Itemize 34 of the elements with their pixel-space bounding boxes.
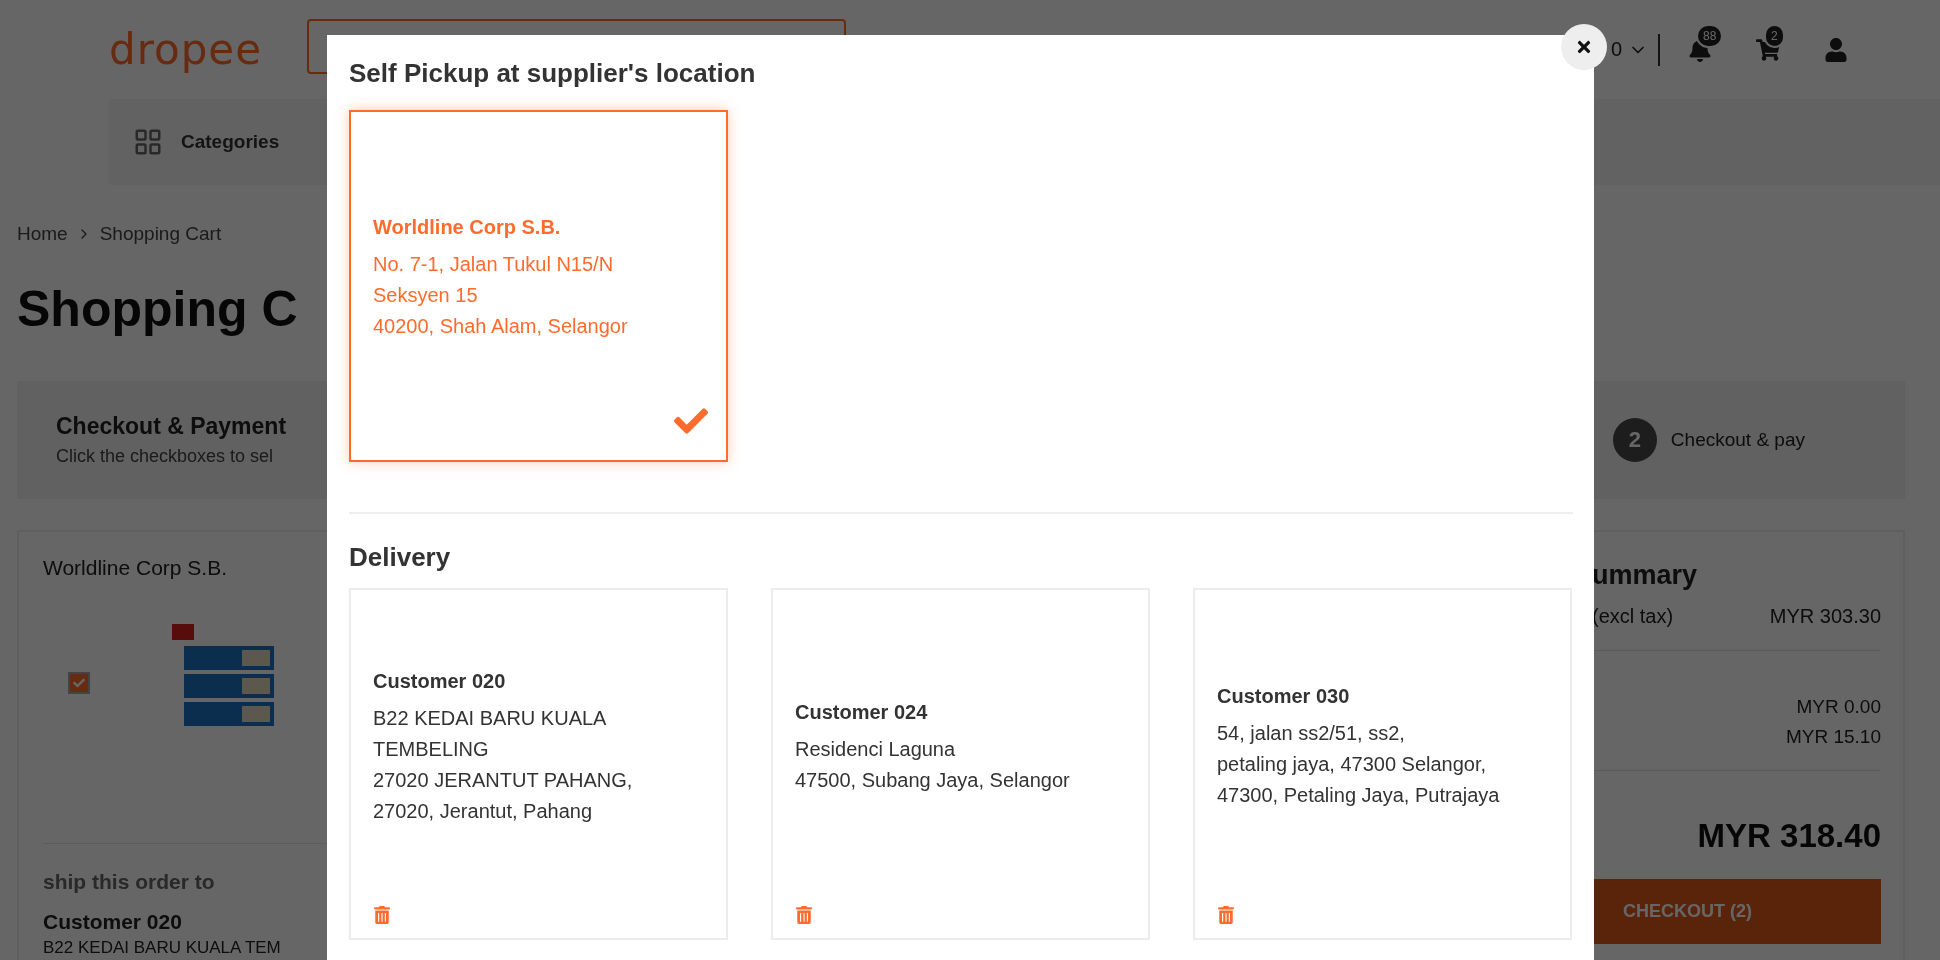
modal-section-title: Self Pickup at supplier's location [349, 57, 757, 90]
address-name: Customer 030 [1217, 685, 1351, 708]
ship-to-address: B22 KEDAI BARU KUALA TEM [43, 938, 281, 958]
address-line: B22 KEDAI BARU KUALA TEMBELING [373, 705, 607, 762]
summary-title: ummary [1592, 560, 1699, 591]
supplier-name: Worldline Corp S.B. [43, 556, 228, 580]
banner-title: Checkout & Payment [56, 413, 287, 440]
subtotal-label: (excl tax) [1592, 605, 1674, 628]
fee-value: MYR 0.00 [1796, 696, 1881, 718]
total-value: MYR 318.40 [1697, 817, 1881, 855]
banner-subtitle: Click the checkboxes to sel [56, 446, 275, 467]
subtotal-value: MYR 303.30 [1769, 605, 1881, 628]
ship-to-label: ship this order to [43, 870, 215, 894]
address-line: 40200, Shah Alam, Selangor [373, 314, 629, 339]
address-line: petaling jaya, 47300 Selangor, [1217, 752, 1488, 777]
address-name: Customer 024 [795, 700, 929, 724]
address-line: 47300, Petaling Jaya, Putrajaya [1217, 783, 1501, 808]
step-label: Checkout & pay [1670, 429, 1805, 451]
address-line: Seksyen 15 [373, 283, 479, 308]
address-line: 47500, Subang Jaya, Selangor [795, 767, 1071, 793]
ship-to-name: Customer 020 [43, 910, 182, 934]
address-name: Customer 020 [373, 669, 507, 693]
address-line: 27020 JERANTUT PAHANG, [373, 767, 634, 793]
address-line: 54, jalan ss2/51, ss2, [1217, 721, 1406, 746]
address-line: No. 7-1, Jalan Tukul N15/N [373, 252, 615, 277]
fee-value: MYR 15.10 [1785, 726, 1881, 748]
page-title: Shopping C [17, 280, 298, 339]
step-number: 2 [1612, 418, 1657, 462]
address-line: 27020, Jerantut, Pahang [373, 798, 594, 824]
modal-section-title: Delivery [349, 541, 452, 574]
address-name: Worldline Corp S.B. [373, 216, 562, 239]
address-line: Residenci Laguna [795, 736, 957, 762]
cart-count: 2 [1764, 23, 1785, 48]
notification-count: 88 [1696, 23, 1724, 48]
